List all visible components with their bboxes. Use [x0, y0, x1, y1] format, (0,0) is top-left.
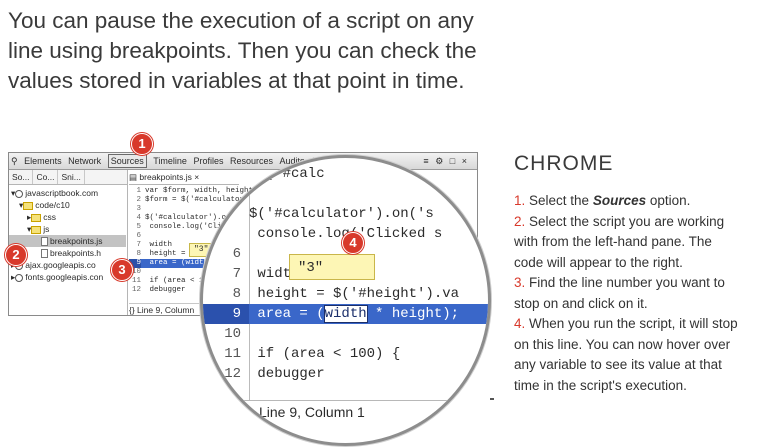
file-icon — [41, 237, 48, 247]
folder-icon — [23, 201, 34, 210]
step-3: 3. Find the line number you want to stop… — [514, 275, 725, 311]
callout-badge-3: 3 — [111, 259, 133, 281]
intro-paragraph: You can pause the execution of a script … — [8, 8, 477, 93]
nav-tab-snippets[interactable]: Sni... — [58, 170, 85, 184]
tree-item[interactable]: ▾ javascriptbook.com — [11, 187, 98, 199]
file-icon — [41, 249, 48, 259]
folder-icon — [31, 213, 42, 222]
tab-sources[interactable]: Sources — [107, 154, 147, 168]
file-tree: ▾ javascriptbook.com ▾ code/c10 ▸ css ▾ js b… — [9, 185, 128, 315]
tree-item[interactable]: ▾ code/c10 — [19, 199, 70, 211]
code-line: 8 height = $('#height').va — [232, 286, 460, 302]
magnified-status: Line 9, Column 1 — [203, 400, 488, 422]
hovered-variable: width — [323, 305, 368, 323]
tab-timeline[interactable]: Timeline — [153, 153, 187, 169]
code-line: $('#calculator').on('s — [249, 206, 434, 222]
code-line: $('#calc — [249, 166, 325, 182]
nav-tab-sources[interactable]: So... — [9, 170, 34, 184]
code-line: 11 if (area < 100) { — [224, 346, 401, 362]
tree-item-selected[interactable]: breakpoints.js — [9, 235, 126, 247]
nav-tab-content-scripts[interactable]: Co... — [33, 170, 59, 184]
navigator-tabs: So... Co... Sni... — [9, 170, 128, 185]
magnifier-lens: $('#calc $('#calculator').on('s console.… — [200, 155, 491, 446]
variable-tooltip: "3" — [289, 254, 375, 280]
callout-badge-1: 1 — [131, 133, 153, 155]
tab-network[interactable]: Network — [68, 153, 101, 169]
stray-mark — [490, 398, 494, 400]
globe-icon — [15, 189, 24, 198]
steps-list: 1. Select the Sources option. 2. Select … — [514, 191, 744, 396]
tree-item[interactable]: ▾ js — [27, 223, 49, 235]
step-1: 1. Select the Sources option. — [514, 193, 691, 208]
tab-elements[interactable]: Elements — [24, 153, 62, 169]
tree-item[interactable]: ▸ fonts.googleapis.con — [11, 271, 103, 283]
folder-icon — [31, 225, 42, 234]
breakpoint-line: 9 area = (width * height); — [203, 304, 488, 324]
step-4: 4. When you run the script, it will stop… — [514, 316, 738, 393]
globe-icon — [15, 273, 24, 282]
tree-item[interactable]: ▸ css — [27, 211, 56, 223]
callout-badge-4: 4 — [342, 232, 364, 254]
section-title: CHROME — [514, 152, 614, 175]
tree-item[interactable]: breakpoints.h — [41, 247, 101, 259]
code-line: 12 debugger — [224, 366, 325, 382]
file-icon: ▤ — [129, 172, 138, 182]
search-icon[interactable]: ⚲ — [11, 153, 18, 169]
code-line: 10 — [224, 326, 241, 342]
callout-badge-2: 2 — [5, 244, 27, 266]
step-2: 2. Select the script you are working wit… — [514, 213, 725, 270]
